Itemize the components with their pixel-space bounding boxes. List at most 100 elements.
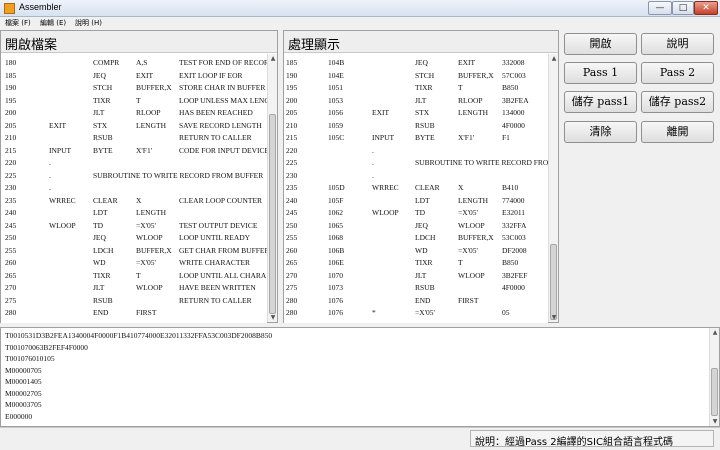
pass1-button[interactable]: Pass 1 bbox=[564, 62, 637, 84]
code-cell-operand: BUFFER,X bbox=[458, 233, 494, 242]
code-cell-operand: T bbox=[458, 83, 463, 92]
menu-edit[interactable]: 編輯 (E) bbox=[40, 18, 66, 28]
code-cell-loc: 1076 bbox=[328, 295, 343, 305]
source-panel-header: 開啟檔案 bbox=[1, 31, 277, 53]
code-cell-label: WRREC bbox=[372, 183, 399, 192]
code-cell-opcode: STCH bbox=[415, 70, 435, 80]
code-cell-line: 260 bbox=[5, 258, 17, 267]
code-cell-label: WLOOP bbox=[372, 208, 399, 217]
code-cell-opcode: TIXR bbox=[415, 83, 433, 92]
processing-scrollbar[interactable]: ▲ ▼ bbox=[548, 54, 558, 322]
code-cell-line: 245 bbox=[286, 208, 298, 217]
code-row: 205 EXIT STX LENGTH SAVE RECORD LENGTH bbox=[1, 120, 267, 133]
code-cell-operand: BUFFER,X bbox=[136, 83, 172, 92]
code-row: 190 STCH BUFFER,X STORE CHAR IN BUFFER bbox=[1, 82, 267, 95]
code-cell-objcode: 57C003 bbox=[502, 70, 526, 80]
code-cell-loc: 1070 bbox=[328, 270, 343, 280]
source-code-area[interactable]: 180 COMPR A,S TEST FOR END OF RECOR 185 JEQ EX… bbox=[1, 57, 267, 323]
status-bar: 說明：經過Pass 2編譯的SIC組合語言程式碼 bbox=[0, 427, 720, 450]
save-pass2-button[interactable]: 儲存 pass2 bbox=[641, 91, 714, 113]
code-cell-line: 255 bbox=[5, 245, 17, 255]
code-cell-opcode: BYTE bbox=[93, 145, 113, 155]
code-cell-comment: TEST FOR END OF RECOR bbox=[179, 58, 267, 67]
code-cell-objcode: 4F0000 bbox=[502, 283, 525, 292]
code-row: 280 END FIRST bbox=[1, 307, 267, 320]
code-row: 260 WD =X'05' WRITE CHARACTER bbox=[1, 257, 267, 270]
code-row: 240 LDT LENGTH bbox=[1, 207, 267, 220]
source-scrollbar[interactable]: ▲ ▼ bbox=[267, 54, 277, 322]
scroll-down-arrow-icon[interactable]: ▼ bbox=[549, 313, 559, 322]
code-cell-opcode: CLEAR bbox=[93, 195, 118, 205]
open-button[interactable]: 開啟 bbox=[564, 33, 637, 55]
code-row: 235 105D WRREC CLEAR X B410 bbox=[284, 182, 548, 195]
code-cell-line: 240 bbox=[286, 195, 298, 205]
code-row: 185 104B JEQ EXIT 332008 bbox=[284, 57, 548, 70]
code-cell-line: 210 bbox=[286, 120, 298, 130]
code-cell-line: 220 bbox=[5, 158, 17, 167]
scroll-down-arrow-icon[interactable]: ▼ bbox=[268, 313, 278, 322]
code-row: 255 1068 LDCH BUFFER,X 53C003 bbox=[284, 232, 548, 245]
code-cell-opcode: SUBROUTINE TO WRITE RECORD FROM BUFFER bbox=[93, 170, 264, 180]
help-button[interactable]: 說明 bbox=[641, 33, 714, 55]
output-scroll-thumb[interactable] bbox=[711, 368, 718, 416]
source-scroll-thumb[interactable] bbox=[269, 114, 276, 314]
code-cell-loc: 1051 bbox=[328, 83, 343, 92]
processing-panel-title: 處理顯示 bbox=[288, 38, 341, 53]
code-row: 180 COMPR A,S TEST FOR END OF RECOR bbox=[1, 57, 267, 70]
code-row: 245 WLOOP TD =X'05' TEST OUTPUT DEVICE bbox=[1, 220, 267, 233]
code-cell-comment: WRITE CHARACTER bbox=[179, 258, 251, 267]
code-cell-opcode: JEQ bbox=[93, 70, 106, 80]
code-cell-operand: RLOOP bbox=[136, 108, 161, 117]
status-field: 說明：經過Pass 2編譯的SIC組合語言程式碼 bbox=[470, 430, 714, 448]
code-cell-loc: 1062 bbox=[328, 208, 343, 217]
source-panel: 開啟檔案 180 COMPR A,S TEST FOR END OF RECOR 185… bbox=[0, 30, 278, 323]
code-cell-opcode: LDCH bbox=[415, 233, 436, 242]
code-cell-objcode: F1 bbox=[502, 133, 510, 142]
menu-bar: 檔案 (F) 編輯 (E) 說明 (H) bbox=[0, 17, 720, 30]
code-cell-label: . bbox=[372, 158, 374, 167]
processing-scroll-thumb[interactable] bbox=[550, 244, 557, 320]
code-cell-opcode: TIXR bbox=[415, 258, 433, 267]
close-button[interactable]: ✕ bbox=[694, 1, 718, 15]
code-cell-objcode: 53C003 bbox=[502, 233, 526, 242]
menu-file[interactable]: 檔案 (F) bbox=[5, 18, 31, 28]
code-cell-opcode: END bbox=[93, 308, 109, 317]
code-cell-objcode: 05 bbox=[502, 308, 510, 317]
code-cell-opcode: RSUB bbox=[93, 133, 113, 142]
code-cell-comment: GET CHAR FROM BUFFER bbox=[179, 245, 267, 255]
code-cell-objcode: 3B2FEA bbox=[502, 95, 529, 105]
code-cell-operand: WLOOP bbox=[458, 220, 485, 230]
code-row: 265 TIXR T LOOP UNTIL ALL CHARA bbox=[1, 270, 267, 283]
code-cell-loc: 1053 bbox=[328, 95, 343, 105]
code-cell-operand: =X'05' bbox=[458, 245, 478, 255]
exit-button[interactable]: 離開 bbox=[641, 121, 714, 143]
code-cell-objcode: B850 bbox=[502, 83, 519, 92]
source-panel-title: 開啟檔案 bbox=[5, 38, 58, 53]
object-code-output[interactable]: ▲ ▼ T0010531D3B2FEA1340004F0000F1B410774… bbox=[0, 327, 720, 427]
code-cell-opcode: JEQ bbox=[415, 58, 428, 67]
pass2-button[interactable]: Pass 2 bbox=[641, 62, 714, 84]
code-cell-label: . bbox=[372, 145, 374, 155]
code-cell-comment: LOOP UNLESS MAX LENG bbox=[179, 95, 267, 105]
menu-help[interactable]: 說明 (H) bbox=[75, 18, 102, 28]
code-cell-operand: X'F1' bbox=[136, 145, 153, 155]
scroll-up-arrow-icon[interactable]: ▲ bbox=[268, 54, 278, 63]
processing-code-area[interactable]: 185 104B JEQ EXIT 332008 190 104E STCH BUFFER,X 5… bbox=[284, 57, 548, 323]
code-cell-loc: 104E bbox=[328, 70, 344, 80]
minimize-button[interactable]: — bbox=[648, 1, 672, 15]
clear-button[interactable]: 清除 bbox=[564, 121, 637, 143]
save-pass1-button[interactable]: 儲存 pass1 bbox=[564, 91, 637, 113]
code-cell-label: WLOOP bbox=[49, 220, 76, 230]
maximize-button[interactable]: □ bbox=[672, 1, 694, 15]
scroll-up-arrow-icon[interactable]: ▲ bbox=[549, 54, 559, 63]
code-cell-operand: =X'05' bbox=[136, 220, 156, 230]
code-cell-operand: =X'05' bbox=[458, 208, 478, 217]
scroll-down-arrow-icon[interactable]: ▼ bbox=[710, 417, 719, 426]
code-cell-opcode: STCH bbox=[93, 83, 113, 92]
code-row: 240 105F LDT LENGTH 774000 bbox=[284, 195, 548, 208]
code-cell-loc: 106E bbox=[328, 258, 344, 267]
scroll-up-arrow-icon[interactable]: ▲ bbox=[710, 328, 719, 337]
output-scrollbar[interactable]: ▲ ▼ bbox=[709, 328, 719, 426]
code-cell-label: . bbox=[49, 158, 51, 167]
code-cell-comment: EXIT LOOP IF EOR bbox=[179, 70, 243, 80]
